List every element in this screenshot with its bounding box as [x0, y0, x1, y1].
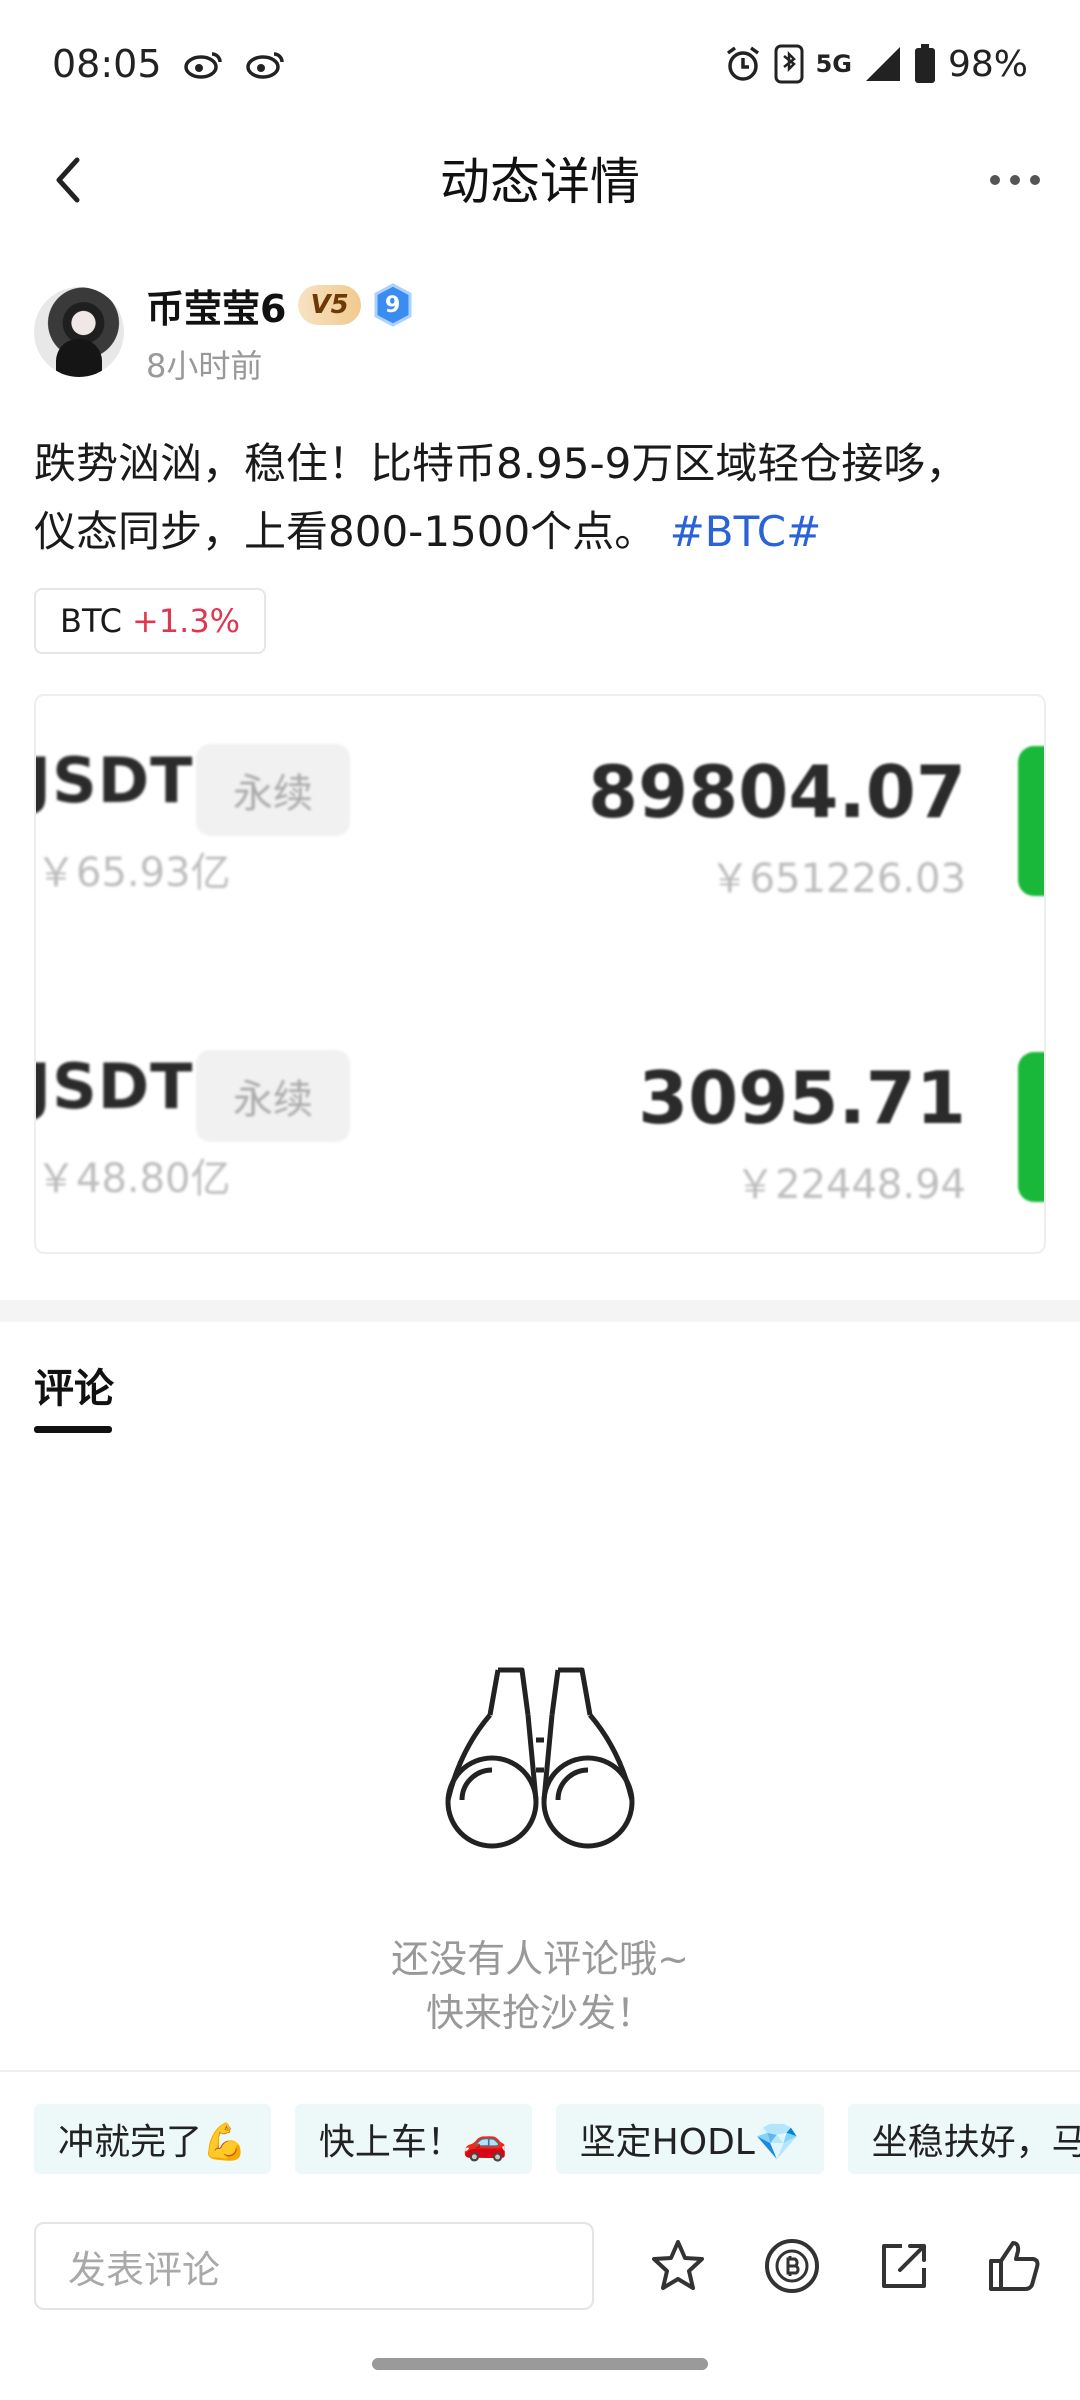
- market-price-cny: ￥651226.03: [709, 856, 966, 902]
- more-dots-icon: [990, 175, 1040, 185]
- market-price: 89804.07: [587, 750, 966, 834]
- nav-bar: 动态详情: [0, 128, 1080, 228]
- favorite-button[interactable]: [646, 2234, 710, 2298]
- market-price: 3095.71: [638, 1056, 966, 1140]
- signal-icon: [864, 45, 902, 83]
- weibo-icon: [183, 48, 224, 80]
- market-pair: JSDT: [34, 1050, 194, 1123]
- bluetooth-icon: [774, 44, 804, 84]
- back-button[interactable]: [38, 150, 98, 210]
- binoculars-icon: [440, 1660, 640, 1850]
- home-indicator[interactable]: [372, 2358, 708, 2370]
- market-volume: ￥48.80亿: [36, 1156, 231, 1202]
- hashtag-link[interactable]: #BTC#: [670, 507, 822, 556]
- tip-button[interactable]: [760, 2234, 824, 2298]
- post-text-line-2: 仪态同步，上看800-1500个点。: [34, 507, 657, 556]
- market-row: JSDT 永续 ￥48.80亿 3095.71 ￥22448.94: [34, 1042, 1044, 1212]
- quick-reply-chip[interactable]: 坐稳扶好，马: [847, 2104, 1080, 2174]
- more-button[interactable]: [980, 150, 1050, 210]
- page-title: 动态详情: [440, 153, 640, 211]
- quick-replies: 冲就完了💪 快上车！🚗 坚定HODL💎 坐稳扶好，马: [34, 2104, 1080, 2174]
- battery-percent: 98%: [947, 43, 1028, 85]
- change-pill: [1018, 1052, 1044, 1202]
- empty-state-text: 还没有人评论哦~ 快来抢沙发！: [0, 1932, 1080, 2040]
- level-number: 9: [385, 292, 401, 318]
- status-time: 08:05: [52, 42, 162, 86]
- vip-badge: V5: [298, 285, 361, 325]
- level-badge: 9: [373, 283, 413, 327]
- author-name[interactable]: 币莹莹6: [146, 278, 286, 333]
- like-icon: [989, 2241, 1040, 2291]
- perpetual-tag: 永续: [196, 1050, 350, 1142]
- empty-line-1: 还没有人评论哦~: [391, 1937, 689, 1981]
- market-price-cny: ￥22448.94: [735, 1162, 966, 1208]
- market-pair: JSDT: [34, 744, 194, 817]
- status-bar: 08:05 5G 98%: [0, 0, 1080, 128]
- network-5g-label: 5G: [815, 50, 852, 78]
- weibo-icon: [245, 48, 286, 80]
- change-pill: [1018, 746, 1044, 896]
- post-header: 币莹莹6 V5 9 8小时前: [34, 283, 1046, 385]
- chevron-left-icon: [56, 157, 80, 203]
- coin-chip[interactable]: BTC +1.3%: [34, 588, 267, 654]
- coin-symbol: BTC: [60, 602, 122, 640]
- coin-icon: [765, 2239, 819, 2293]
- market-volume: ￥65.93亿: [36, 850, 231, 896]
- market-row: JSDT 永续 ￥65.93亿 89804.07 ￥651226.03: [34, 736, 1044, 906]
- quick-reply-chip[interactable]: 冲就完了💪: [34, 2104, 271, 2174]
- avatar[interactable]: [34, 287, 124, 377]
- quick-reply-chip[interactable]: 快上车！🚗: [294, 2104, 532, 2174]
- tab-comments[interactable]: 评论: [34, 1356, 114, 1414]
- coin-change: +1.3%: [131, 602, 241, 640]
- tab-indicator: [34, 1426, 112, 1433]
- star-icon: [652, 2240, 704, 2290]
- comment-input[interactable]: 发表评论: [34, 2222, 594, 2310]
- empty-line-2: 快来抢沙发！: [425, 1991, 654, 2035]
- battery-icon: [914, 44, 936, 84]
- quick-reply-chip[interactable]: 坚定HODL💎: [555, 2104, 824, 2174]
- section-divider: [0, 1300, 1080, 1322]
- alarm-icon: [724, 45, 762, 83]
- post-time: 8小时前: [146, 346, 263, 385]
- quick-strip-divider: [0, 2070, 1080, 2072]
- like-button[interactable]: [982, 2234, 1046, 2298]
- perpetual-tag: 永续: [196, 744, 350, 836]
- post-image[interactable]: JSDT 永续 ￥65.93亿 89804.07 ￥651226.03 JSDT…: [34, 694, 1046, 1254]
- post-text-line-1: 跌势汹汹，稳住！比特币8.95-9万区域轻仓接哆，: [34, 439, 968, 488]
- share-button[interactable]: [872, 2234, 936, 2298]
- post-body: 跌势汹汹，稳住！比特币8.95-9万区域轻仓接哆， 仪态同步，上看800-150…: [34, 430, 1046, 566]
- share-icon: [882, 2244, 926, 2288]
